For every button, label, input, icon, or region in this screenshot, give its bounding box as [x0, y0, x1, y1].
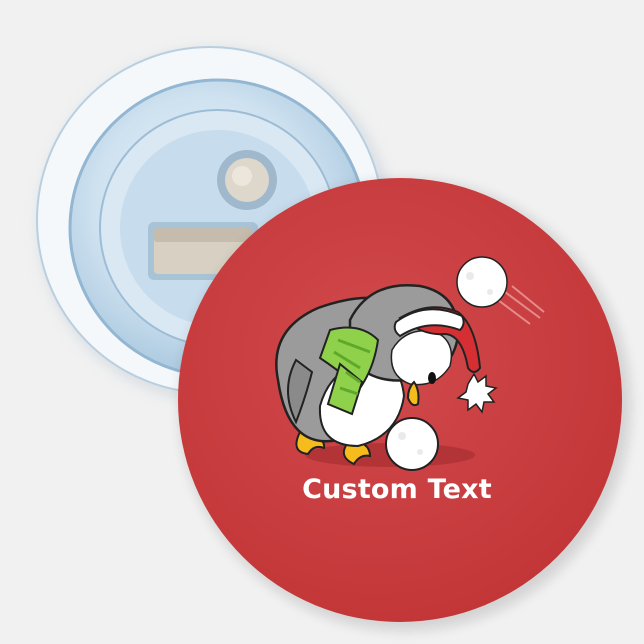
custom-text-label: Custom Text	[302, 474, 492, 505]
ground-snowball-icon	[385, 417, 439, 471]
button-artwork	[36, 46, 631, 631]
product-photo: Custom Text	[0, 0, 644, 644]
button-face	[178, 178, 631, 631]
